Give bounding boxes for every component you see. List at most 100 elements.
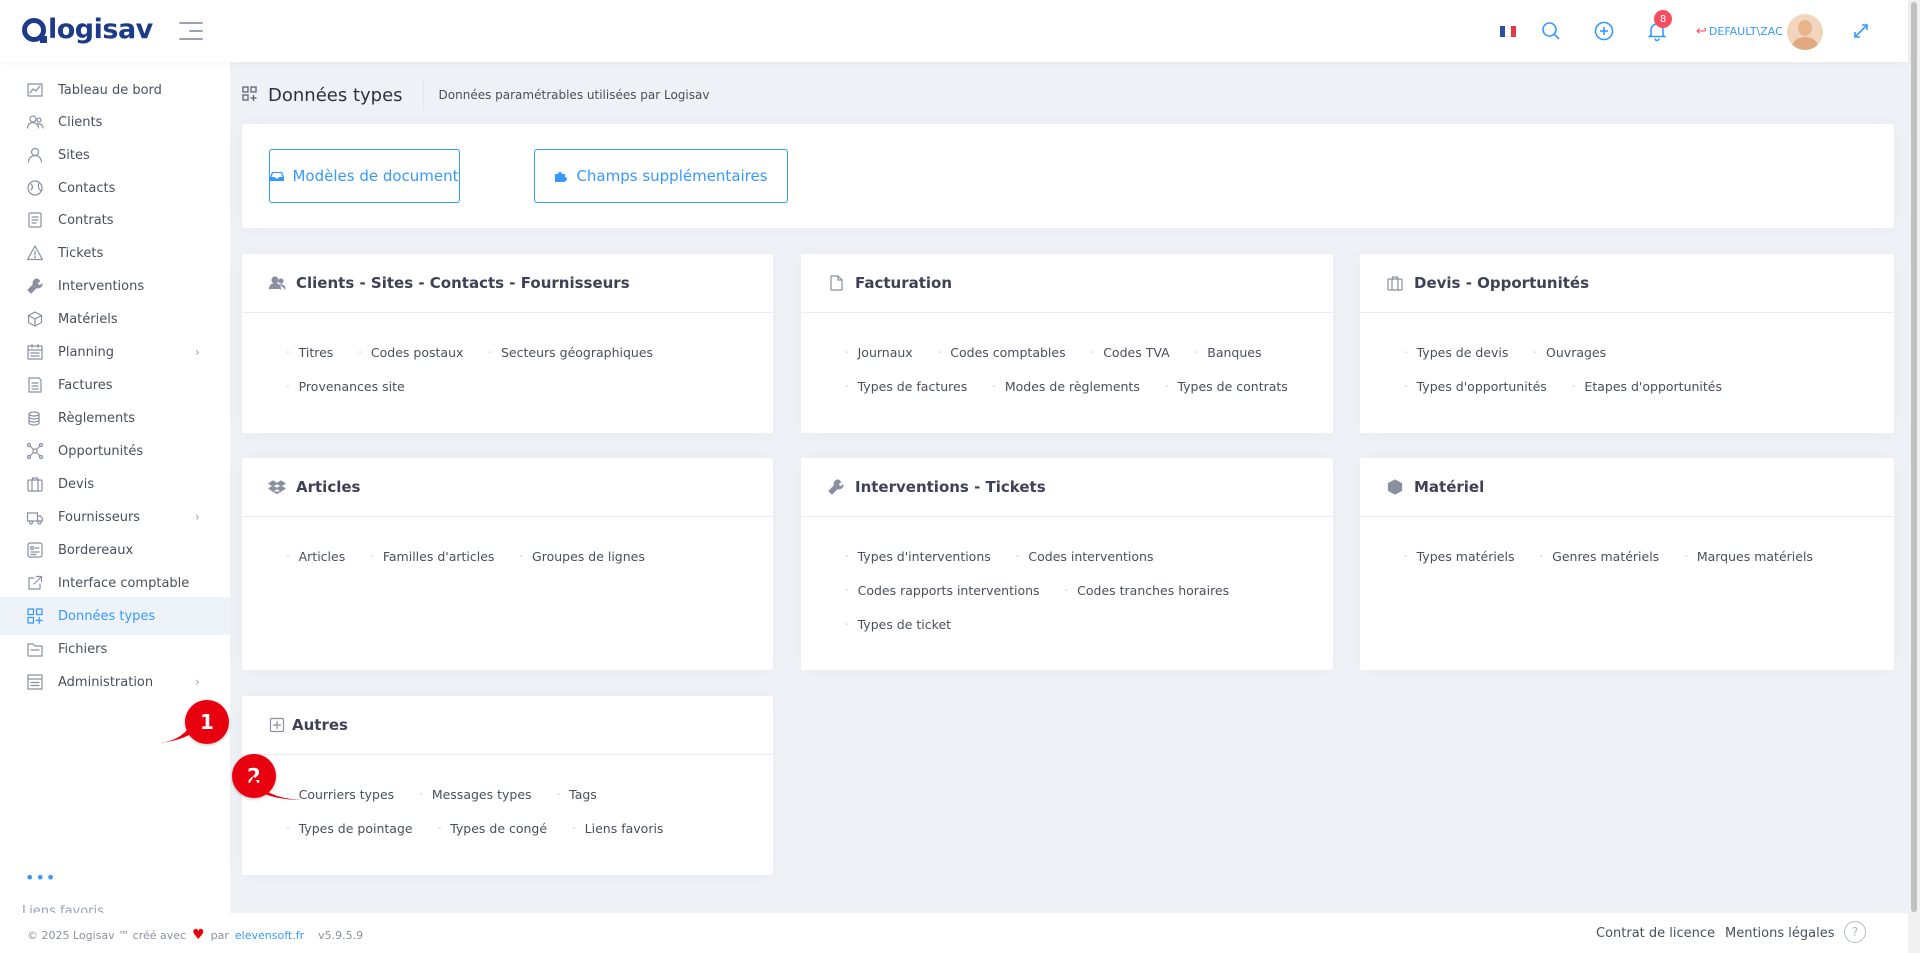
sidebar-item-label: Données types	[58, 608, 156, 624]
card-title: Matériel	[1414, 478, 1485, 496]
page-subtitle: Données paramétrables utilisées par Logi…	[438, 88, 710, 102]
link-marques-materiels[interactable]: Marques matériels	[1684, 549, 1813, 564]
search-icon[interactable]	[1539, 19, 1563, 43]
link-types-de-conge[interactable]: Types de congé	[438, 821, 547, 836]
language-flag-icon[interactable]	[1500, 26, 1516, 37]
box-icon	[26, 310, 44, 328]
wrench-icon	[26, 277, 44, 295]
sidebar-item-label: Clients	[58, 114, 103, 130]
sidebar-item-administration[interactable]: Administration ›	[0, 663, 230, 701]
card-title: Autres	[292, 716, 348, 734]
user-name: DEFAULT\ZAC	[1708, 25, 1783, 38]
link-genres-materiels[interactable]: Genres matériels	[1540, 549, 1659, 564]
sidebar-item-label: Interface comptable	[58, 575, 190, 591]
link-modes-de-reglements[interactable]: Modes de règlements	[992, 379, 1140, 394]
sidebar-item-label: Fournisseurs	[58, 509, 141, 525]
link-codes-tranches-horaires[interactable]: Codes tranches horaires	[1065, 583, 1229, 598]
chevron-right-icon: ›	[195, 510, 200, 524]
footer-credits: © 2025 Logisav ™ créé avec ♥ par elevens…	[27, 927, 363, 943]
card-header: Autres	[242, 696, 773, 755]
card-clients-sites-contacts-fournisseurs: Clients - Sites - Contacts - Fournisseur…	[242, 254, 773, 433]
marker-2-tail	[248, 776, 302, 800]
link-codes-postaux[interactable]: Codes postaux	[358, 345, 463, 360]
notification-badge: 8	[1654, 10, 1672, 28]
link-types-de-devis[interactable]: Types de devis	[1404, 345, 1509, 360]
puzzle-icon	[555, 172, 568, 182]
footer: © 2025 Logisav ™ créé avec ♥ par elevens…	[0, 913, 1908, 953]
link-codes-tva[interactable]: Codes TVA	[1091, 345, 1169, 360]
grid-plus-icon	[26, 607, 44, 625]
doc-models-button[interactable]: Modèles de document	[269, 149, 460, 203]
menu-toggle-icon[interactable]	[179, 22, 203, 40]
link-journaux[interactable]: Journaux	[845, 345, 913, 360]
link-types-de-contrats[interactable]: Types de contrats	[1165, 379, 1287, 394]
logo-mark-icon	[22, 17, 47, 43]
expand-icon[interactable]	[1849, 19, 1873, 43]
link-liens-favoris[interactable]: Liens favoris	[572, 821, 664, 836]
warning-icon	[26, 244, 44, 262]
link-titres[interactable]: Titres	[286, 345, 334, 360]
link-types-d-interventions[interactable]: Types d'interventions	[845, 549, 991, 564]
scrollbar[interactable]	[1908, 0, 1920, 953]
legal-link[interactable]: Mentions légales	[1725, 926, 1834, 941]
link-types-de-factures[interactable]: Types de factures	[845, 379, 968, 394]
card-header: Clients - Sites - Contacts - Fournisseur…	[242, 254, 773, 313]
link-groupes-de-lignes[interactable]: Groupes de lignes	[519, 549, 645, 564]
version-text: v5.9.5.9	[318, 928, 364, 942]
inbox-icon	[270, 172, 285, 181]
sidebar-item-label: Matériels	[58, 311, 118, 327]
dropbox-icon	[268, 478, 286, 496]
brand-link[interactable]: elevensoft.fr	[235, 929, 304, 942]
sidebar: Tableau de bord Clients Sites Contacts Contr…	[0, 62, 230, 914]
sidebar-item-label: Sites	[58, 147, 90, 163]
link-secteurs-geographiques[interactable]: Secteurs géographiques	[488, 345, 653, 360]
doc-models-label: Modèles de document	[292, 167, 459, 185]
link-banques[interactable]: Banques	[1195, 345, 1261, 360]
sidebar-item-label: Tickets	[58, 245, 104, 261]
divider	[422, 80, 424, 110]
slip-icon	[26, 541, 44, 559]
more-menu-icon[interactable]: •••	[25, 868, 56, 887]
link-familles-d-articles[interactable]: Familles d'articles	[370, 549, 495, 564]
link-etapes-d-opportunites[interactable]: Etapes d'opportunités	[1572, 379, 1722, 394]
globe-icon	[26, 179, 44, 197]
link-types-de-ticket[interactable]: Types de ticket	[845, 617, 951, 632]
link-messages-types[interactable]: Messages types	[419, 787, 532, 802]
help-icon[interactable]: ?	[1844, 921, 1866, 943]
link-articles[interactable]: Articles	[286, 549, 346, 564]
license-link[interactable]: Contrat de licence	[1596, 926, 1715, 941]
extra-fields-button[interactable]: Champs supplémentaires	[534, 149, 788, 203]
link-tags[interactable]: Tags	[557, 787, 597, 802]
copyright-text: © 2025 Logisav ™ créé avec	[27, 928, 187, 942]
page-title: Données types	[268, 84, 403, 106]
card-header: Articles	[242, 458, 773, 517]
link-provenances-site[interactable]: Provenances site	[286, 379, 405, 394]
avatar[interactable]	[1787, 14, 1823, 50]
briefcase-icon	[1386, 274, 1404, 292]
link-ouvrages[interactable]: Ouvrages	[1533, 345, 1606, 360]
logo-text: logisav	[48, 14, 153, 45]
contract-icon	[26, 211, 44, 229]
link-types-materiels[interactable]: Types matériels	[1404, 549, 1515, 564]
link-types-de-pointage[interactable]: Types de pointage	[286, 821, 413, 836]
users-icon	[26, 113, 44, 131]
logo[interactable]: logisav	[22, 14, 153, 45]
sidebar-item-label: Administration	[58, 674, 154, 690]
file-icon	[827, 274, 845, 292]
plus-square-icon	[268, 716, 286, 734]
sidebar-item-label: Planning	[58, 344, 114, 360]
link-codes-interventions[interactable]: Codes interventions	[1016, 549, 1153, 564]
scroll-thumb[interactable]	[1911, 2, 1917, 912]
user-icon	[26, 146, 44, 164]
sidebar-item-label: Fichiers	[58, 641, 108, 657]
heart-icon: ♥	[192, 927, 205, 943]
card-title: Interventions - Tickets	[855, 478, 1046, 496]
external-link-icon	[26, 574, 44, 592]
calendar-icon	[26, 343, 44, 361]
add-circle-icon[interactable]	[1592, 19, 1616, 43]
link-codes-rapports-interventions[interactable]: Codes rapports interventions	[845, 583, 1040, 598]
user-switch[interactable]: ↩ DEFAULT\ZAC	[1696, 24, 1783, 39]
link-types-d-opportunites[interactable]: Types d'opportunités	[1404, 379, 1547, 394]
card-interventions-tickets: Interventions - Tickets Types d'intervent…	[801, 458, 1333, 670]
link-codes-comptables[interactable]: Codes comptables	[938, 345, 1065, 360]
